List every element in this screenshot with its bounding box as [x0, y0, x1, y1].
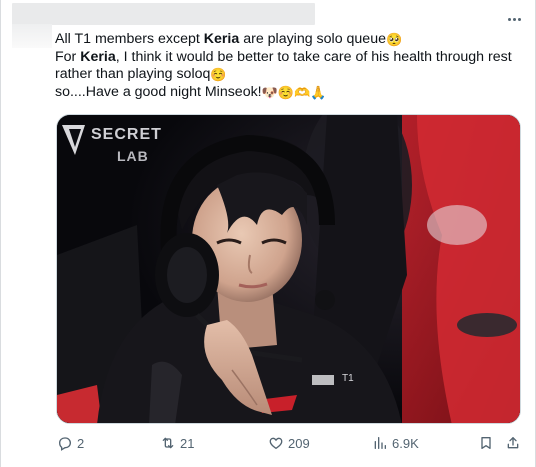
more-dot [517, 17, 521, 21]
more-dots-icon [507, 17, 511, 21]
mention-keria: Keria [80, 48, 116, 65]
tweet-photo[interactable]: SECRET LAB T1 [56, 114, 521, 424]
repost-count: 21 [180, 435, 195, 451]
reply-button[interactable]: 2 [57, 433, 84, 453]
more-dot [512, 17, 516, 21]
heart-icon [269, 437, 283, 450]
tweet-line-2: For Keria, I think it would be better to… [55, 49, 525, 67]
speech-bubble-icon [58, 437, 72, 451]
text-segment: All T1 members except [55, 31, 204, 47]
share-button[interactable] [505, 433, 521, 453]
smiling-face-emoji: ☺️ [210, 67, 227, 82]
text-segment: are playing solo queue [239, 31, 386, 47]
redacted-avatar [12, 24, 52, 48]
redacted-author-header [12, 3, 315, 25]
bar-chart-icon [374, 437, 386, 449]
share-upload-icon [507, 437, 519, 449]
bookmark-icon [481, 437, 491, 449]
text-segment: , I think it would be better to take car… [115, 48, 512, 65]
text-segment: so....Have a good night Minseok! [55, 83, 262, 100]
text-segment: For [55, 48, 81, 65]
mention-keria: Keria [203, 31, 240, 47]
tweet-line-3: rather than playing soloq☺️ [55, 66, 525, 84]
repost-arrows-icon [162, 437, 174, 449]
views-button[interactable]: 6.9K [372, 433, 419, 453]
svg-text:SECRET: SECRET [91, 126, 162, 143]
tweet-line-1: All T1 members except Keria are playing … [55, 31, 525, 49]
text-segment: rather than playing soloq [55, 66, 211, 82]
pleading-face-emoji: 🥺 [385, 32, 403, 47]
photo-illustration: SECRET LAB T1 [57, 115, 520, 423]
reply-count: 2 [77, 435, 85, 451]
bookmark-button[interactable] [478, 433, 494, 453]
like-button[interactable]: 209 [268, 433, 310, 453]
view-count: 6.9K [392, 435, 419, 451]
svg-text:T1: T1 [342, 373, 354, 384]
repost-button[interactable]: 21 [160, 433, 194, 453]
like-count: 209 [288, 435, 310, 451]
svg-text:LAB: LAB [117, 148, 149, 164]
tweet-line-4: so....Have a good night Minseok!🐶☺️🫶🙏 [55, 84, 525, 102]
tweet-action-bar: 2 21 209 6.9K [0, 433, 536, 457]
tweet-text: All T1 members except Keria are playing … [55, 31, 525, 101]
more-options-button[interactable] [500, 8, 528, 30]
emoji-group: 🐶☺️🫶🙏 [261, 84, 327, 100]
